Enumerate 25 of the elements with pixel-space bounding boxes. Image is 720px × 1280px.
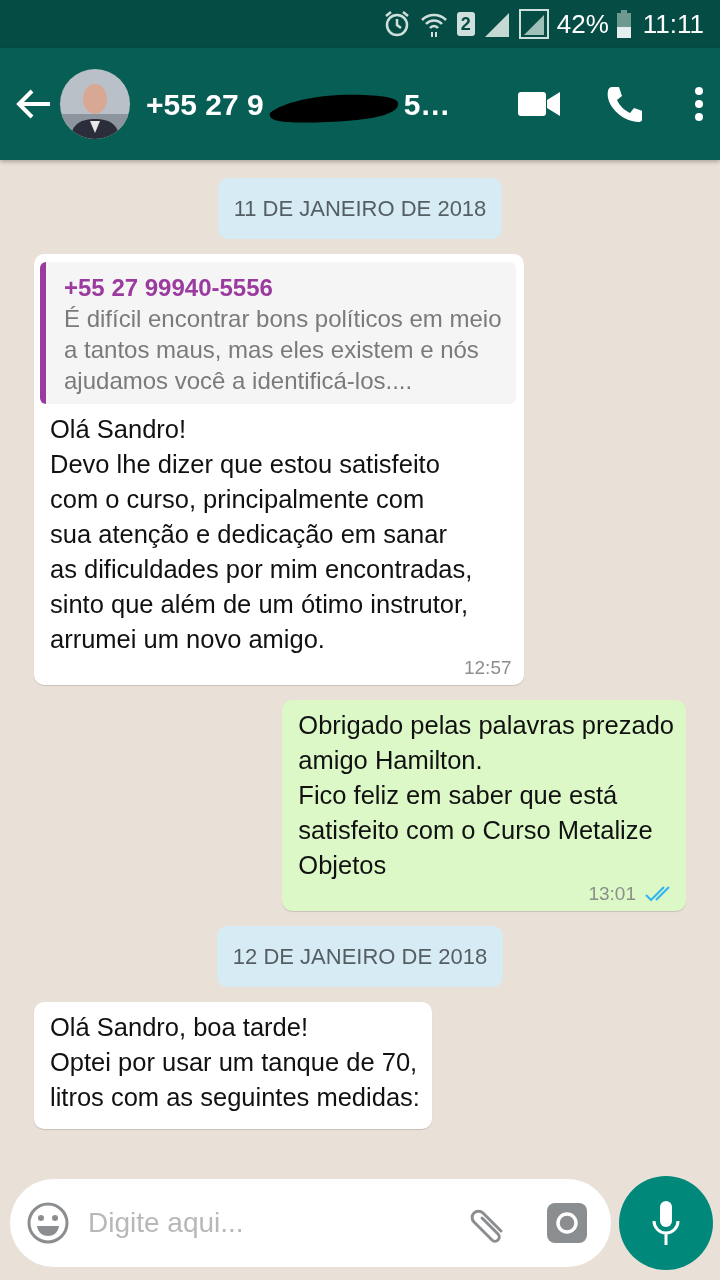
emoji-icon[interactable] [26, 1201, 70, 1245]
microphone-icon [651, 1201, 681, 1245]
clock: 11:11 [642, 7, 704, 41]
sim-icon: 2 [456, 12, 475, 36]
message-field[interactable]: Digite aqui... [10, 1179, 611, 1267]
date-label: 12 DE JANEIRO DE 2018 [216, 926, 504, 987]
signal-icon [518, 9, 549, 39]
battery-percent: 42% [556, 7, 609, 41]
message-text: Olá Sandro! Devo lhe dizer que estou satisfeito com o curso, principalmente com sua atenção e dedicação em sanar as dificuldades por mim encontradas, sinto que além de um ótimo instrutor, arrumei um novo amigo. [50, 414, 474, 655]
more-options-icon[interactable] [694, 87, 704, 121]
battery-icon [616, 10, 631, 38]
contact-name[interactable]: +55 27 9 [146, 81, 264, 127]
contact-name[interactable]: 5… [403, 81, 451, 127]
video-call-icon[interactable] [518, 90, 560, 118]
date-label: 11 DE JANEIRO DE 2018 [217, 178, 503, 239]
back-icon[interactable] [16, 88, 52, 120]
quoted-author: +55 27 99940-5556 [64, 273, 274, 303]
camera-icon[interactable] [547, 1203, 587, 1243]
message-time: 13:01 [588, 883, 636, 905]
message-text: Olá Sandro, boa tarde! Optei por usar um tanque de 70, litros com as seguintes medidas: [50, 1012, 420, 1113]
quoted-text: É difícil encontrar bons políticos em meio a tantos maus, mas eles existem e nós ajudamos você a identificá-los.... [64, 304, 502, 396]
message-time: 12:57 [464, 657, 512, 679]
message-input[interactable]: Digite aqui... [86, 1201, 451, 1245]
quoted-message[interactable]: +55 27 99940-5556 É difícil encontrar bons políticos em meio a tantos maus, mas eles existem e nós ajudamos você a identificá-los.... [40, 262, 516, 404]
message-text: Obrigado pelas palavras prezado amigo Hamilton. Fico feliz em saber que está satisfeito com o Curso Metalize Objetos [298, 710, 674, 881]
